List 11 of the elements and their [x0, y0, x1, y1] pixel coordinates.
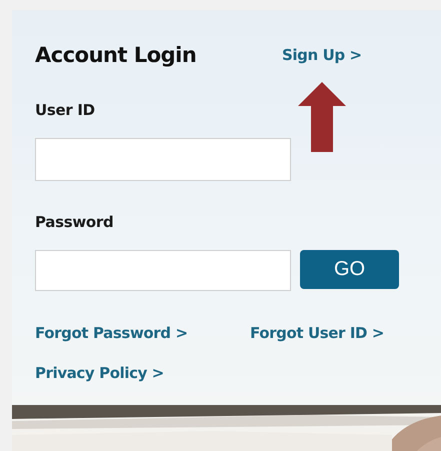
text-link[interactable]: Forgot Password > — [35, 323, 188, 343]
input-field[interactable] — [35, 250, 291, 291]
input-field[interactable] — [35, 138, 291, 181]
text-link[interactable]: Privacy Policy > — [35, 363, 164, 383]
sign-up-link[interactable]: Sign Up > — [282, 46, 362, 64]
field-label: Password — [35, 212, 114, 232]
up-arrow-icon — [298, 82, 346, 152]
go-button[interactable]: GO — [300, 250, 399, 289]
login-title: Account Login — [35, 43, 196, 67]
field-label: User ID — [35, 100, 95, 120]
text-link[interactable]: Forgot User ID > — [250, 323, 384, 343]
